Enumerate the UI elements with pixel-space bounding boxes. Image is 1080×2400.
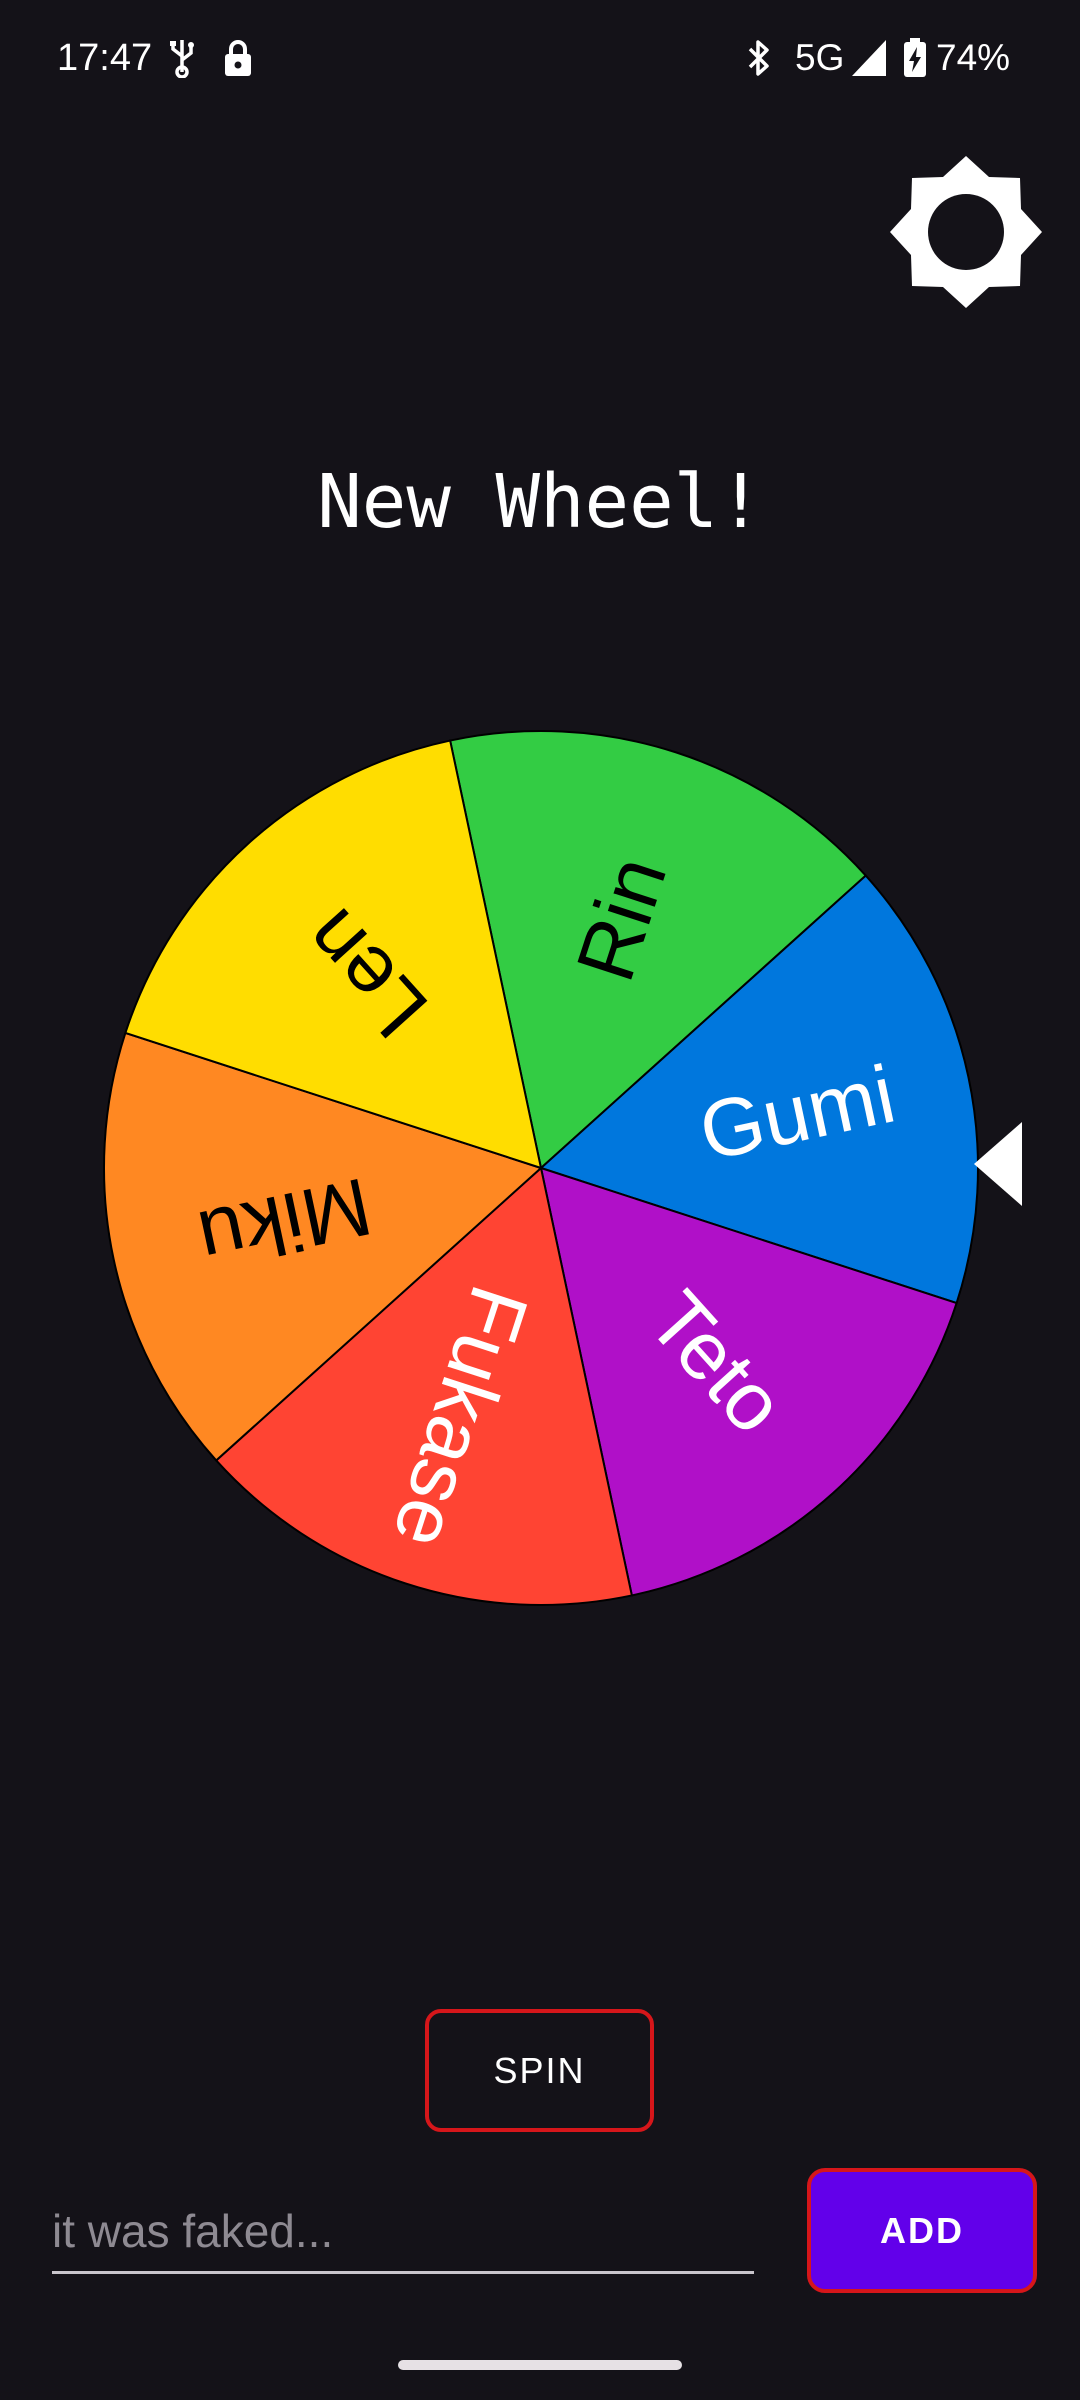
battery-percentage: 74% (936, 37, 1011, 78)
entry-input[interactable] (52, 2190, 754, 2274)
add-button[interactable]: ADD (807, 2168, 1037, 2293)
battery-charging-icon (904, 38, 926, 77)
prize-wheel[interactable]: Rin Gumi Teto Fukase Miku Len (101, 728, 981, 1608)
lock-icon (225, 40, 251, 76)
brightness-icon (890, 156, 1042, 308)
usb-icon (170, 40, 194, 78)
wheel-graphic: RinGumiTetoFukaseMikuLen (103, 730, 979, 1606)
network-type: 5G (795, 37, 845, 78)
wheel-title: New Wheel! (317, 459, 763, 545)
brightness-button[interactable] (888, 154, 1044, 310)
spin-button[interactable]: SPIN (425, 2009, 654, 2132)
app-screen: 17:47 5G 74% New Wheel! Rin Gumi Teto Fu… (0, 0, 1080, 2400)
signal-icon (852, 40, 886, 76)
bluetooth-icon (748, 40, 769, 76)
status-bar: 17:47 5G 74% (0, 0, 1080, 116)
status-time: 17:47 (57, 37, 153, 79)
pointer-triangle-icon (974, 1122, 1022, 1206)
home-indicator[interactable] (398, 2360, 682, 2370)
